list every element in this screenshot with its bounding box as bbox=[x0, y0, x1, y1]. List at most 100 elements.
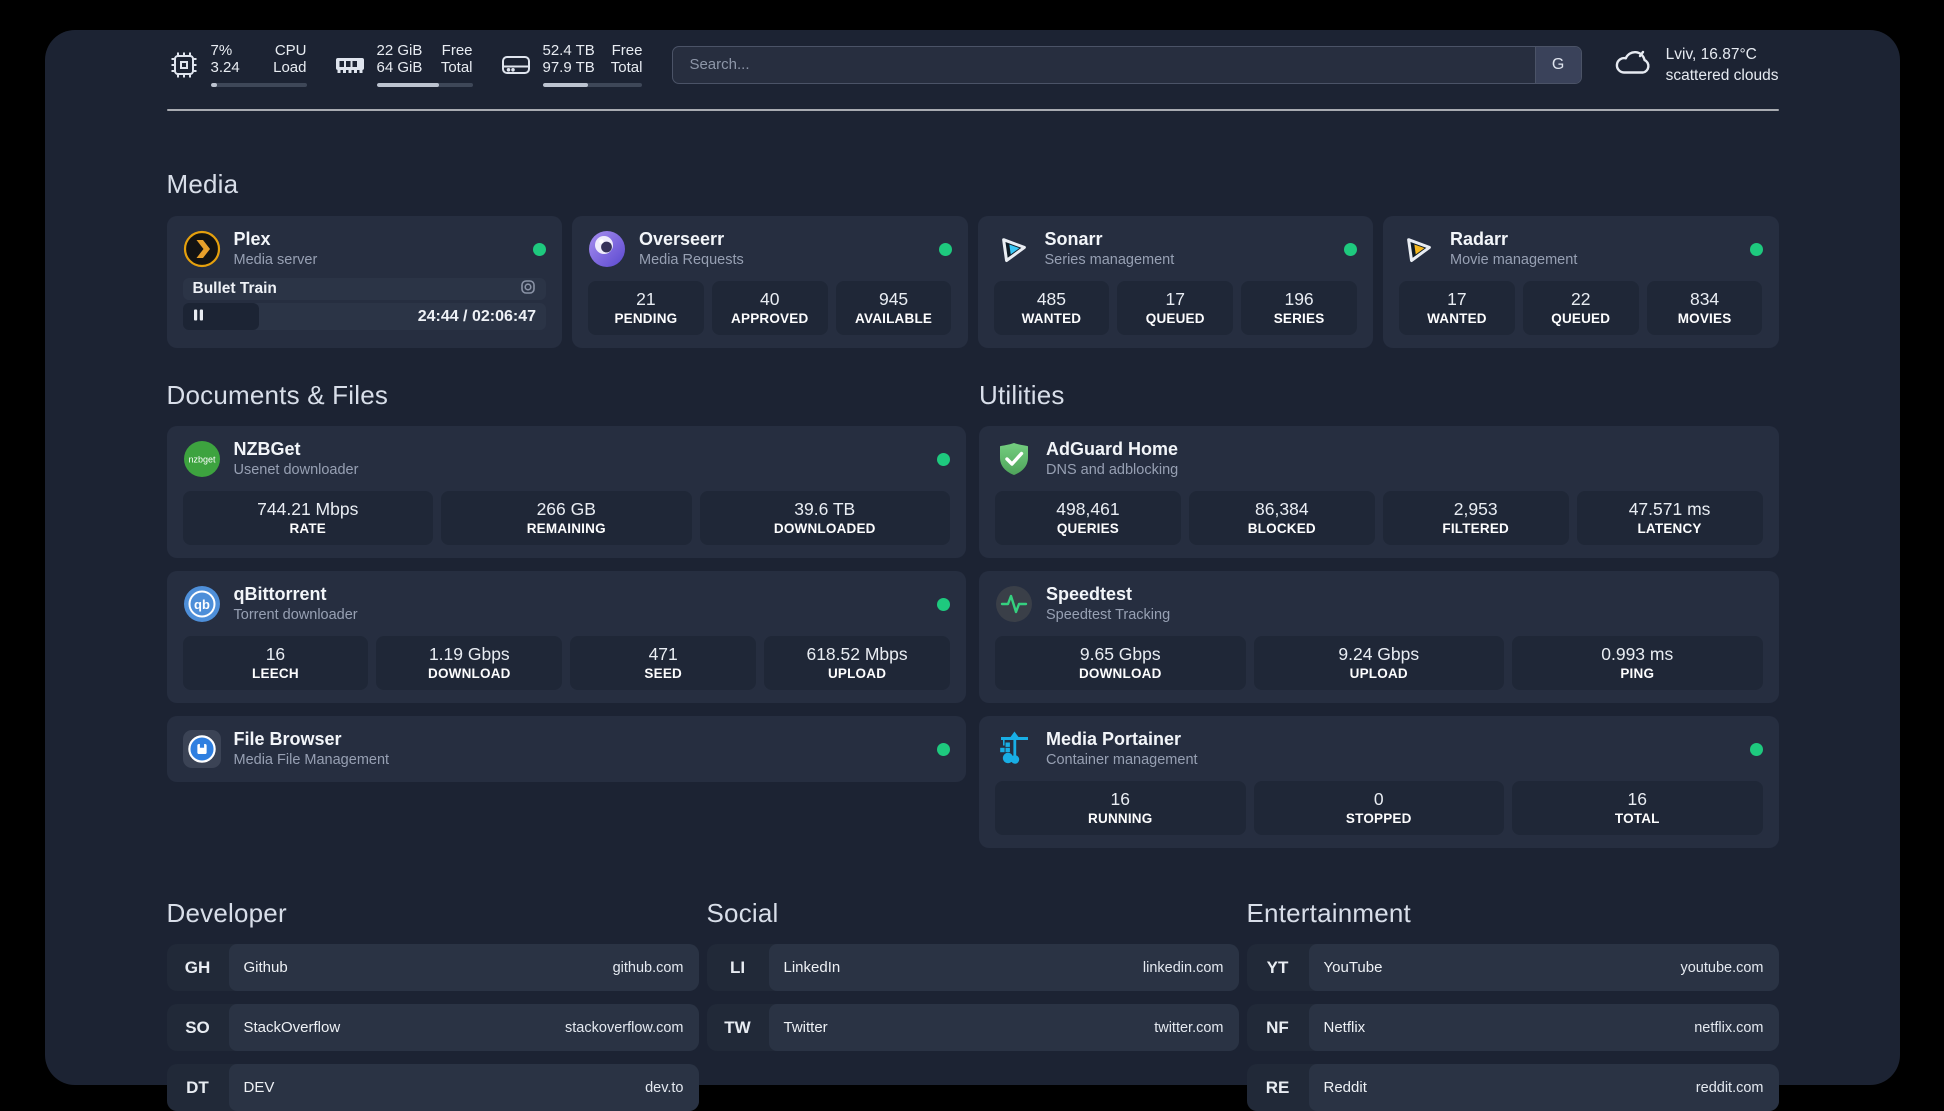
bookmark-url: reddit.com bbox=[1695, 1079, 1764, 1096]
stat-upload: 9.24 Gbps UPLOAD bbox=[1253, 636, 1504, 690]
app-subtitle: Movie management bbox=[1450, 252, 1578, 268]
stat-approved: 40 APPROVED bbox=[711, 281, 828, 335]
bookmark-abbr: LI bbox=[729, 957, 746, 977]
memory-total-value: 64 GiB bbox=[376, 59, 423, 76]
app-name: Media Portainer bbox=[1046, 729, 1182, 749]
status-dot bbox=[938, 242, 952, 256]
stat-available: 945 AVAILABLE bbox=[835, 281, 952, 335]
overseerr-icon bbox=[588, 230, 626, 268]
app-card-sonarr[interactable]: Sonarr Series management 485 WANTED 17 Q… bbox=[977, 216, 1373, 348]
filebrowser-icon bbox=[182, 730, 221, 768]
bookmark-name: Netflix bbox=[1323, 1019, 1366, 1036]
bookmark-stackoverflow[interactable]: SO StackOverflow stackoverflow.com bbox=[166, 1004, 699, 1051]
stat-stopped: 0 STOPPED bbox=[1253, 781, 1504, 835]
stat-download: 1.19 Gbps DOWNLOAD bbox=[376, 636, 563, 690]
app-card-speedtest[interactable]: Speedtest Speedtest Tracking 9.65 Gbps D… bbox=[979, 571, 1779, 703]
weather-location: Lviv, 16.87°C bbox=[1665, 45, 1757, 63]
memory-stat: 22 GiB 64 GiB Free Total bbox=[333, 42, 473, 87]
bookmark-twitter[interactable]: TW Twitter twitter.com bbox=[706, 1004, 1239, 1051]
storage-free-value: 52.4 TB bbox=[542, 42, 595, 59]
app-subtitle: Torrent downloader bbox=[233, 607, 358, 623]
bookmark-url: stackoverflow.com bbox=[565, 1019, 684, 1036]
weather-widget: Lviv, 16.87°C scattered clouds bbox=[1612, 43, 1779, 86]
section-title-media: Media bbox=[166, 169, 239, 199]
storage-free-label: Free bbox=[611, 42, 643, 59]
app-name: File Browser bbox=[233, 729, 342, 749]
media-grid: Plex Media server Bullet Train 24:44 / 0… bbox=[166, 216, 1779, 348]
bookmark-url: twitter.com bbox=[1154, 1019, 1224, 1036]
app-subtitle: Media Requests bbox=[639, 252, 744, 268]
bookmark-name: YouTube bbox=[1323, 959, 1383, 976]
developer-column: Developer GH Github github.com SO StackO… bbox=[166, 898, 699, 1111]
search-input[interactable] bbox=[673, 46, 1535, 83]
bookmark-netflix[interactable]: NF Netflix netflix.com bbox=[1246, 1004, 1779, 1051]
app-card-portainer[interactable]: Media Portainer Container management 16 … bbox=[979, 716, 1779, 848]
portainer-icon bbox=[995, 730, 1033, 768]
bookmark-linkedin[interactable]: LI LinkedIn linkedin.com bbox=[706, 944, 1239, 991]
status-dot bbox=[937, 742, 950, 756]
status-dot bbox=[937, 452, 950, 466]
app-card-overseerr[interactable]: Overseerr Media Requests 21 PENDING 40 A… bbox=[572, 216, 968, 348]
session-icon bbox=[520, 279, 536, 300]
memory-free-label: Free bbox=[441, 42, 473, 59]
bookmark-github[interactable]: GH Github github.com bbox=[166, 944, 699, 991]
memory-icon bbox=[333, 48, 367, 82]
radarr-icon bbox=[1399, 230, 1437, 268]
playback-time: 24:44 / 02:06:47 bbox=[417, 307, 536, 325]
app-name: NZBGet bbox=[233, 439, 301, 459]
search-bar[interactable]: G bbox=[672, 45, 1582, 84]
stat-downloaded: 39.6 TB DOWNLOADED bbox=[699, 491, 950, 545]
nzbget-icon: nzbget bbox=[183, 440, 221, 478]
entertainment-column: Entertainment YT YouTube youtube.com NF … bbox=[1246, 898, 1779, 1111]
stat-movies: 834 MOVIES bbox=[1646, 281, 1763, 335]
cpu-usage-value: 7% bbox=[210, 42, 233, 59]
dashboard-panel: 7% 3.24 CPU Load 22 GiB 64 GiB Free Tota… bbox=[45, 30, 1900, 1111]
app-name: Sonarr bbox=[1044, 229, 1103, 249]
app-subtitle: Series management bbox=[1044, 252, 1175, 268]
stat-ping: 0.993 ms PING bbox=[1512, 636, 1763, 690]
app-name: Overseerr bbox=[639, 229, 725, 249]
storage-total-label: Total bbox=[610, 59, 643, 76]
storage-stat: 52.4 TB 97.9 TB Free Total bbox=[499, 42, 643, 87]
bookmark-youtube[interactable]: YT YouTube youtube.com bbox=[1246, 944, 1779, 991]
app-subtitle: Media server bbox=[233, 252, 318, 268]
app-card-qbittorrent[interactable]: qb qBittorrent Torrent downloader 16 LEE… bbox=[166, 571, 966, 703]
speedtest-icon bbox=[995, 585, 1033, 623]
cpu-stat: 7% 3.24 CPU Load bbox=[167, 42, 307, 87]
app-card-filebrowser[interactable]: File Browser Media File Management bbox=[166, 716, 966, 782]
section-title-entertainment: Entertainment bbox=[1246, 898, 1411, 928]
cpu-load-value: 3.24 bbox=[210, 59, 240, 76]
memory-total-label: Total bbox=[440, 59, 473, 76]
header-divider bbox=[166, 109, 1779, 111]
app-subtitle: Usenet downloader bbox=[233, 462, 359, 478]
bookmark-url: linkedin.com bbox=[1142, 959, 1224, 976]
memory-progress-bar bbox=[376, 83, 473, 87]
section-title-utilities: Utilities bbox=[979, 380, 1065, 410]
qbittorrent-icon: qb bbox=[183, 585, 221, 623]
bookmark-name: DEV bbox=[243, 1079, 275, 1096]
app-card-plex[interactable]: Plex Media server Bullet Train 24:44 / 0… bbox=[166, 216, 562, 348]
app-card-adguard[interactable]: AdGuard Home DNS and adblocking 498,461 … bbox=[979, 426, 1779, 558]
app-card-radarr[interactable]: Radarr Movie management 17 WANTED 22 QUE… bbox=[1383, 216, 1779, 348]
storage-total-value: 97.9 TB bbox=[542, 59, 595, 76]
playback-progress-bar[interactable]: 24:44 / 02:06:47 bbox=[182, 303, 546, 330]
cpu-icon bbox=[167, 48, 201, 82]
sonarr-icon bbox=[994, 230, 1032, 268]
header: 7% 3.24 CPU Load 22 GiB 64 GiB Free Tota… bbox=[167, 30, 1779, 87]
app-subtitle: Container management bbox=[1046, 752, 1198, 768]
now-playing-widget[interactable]: Bullet Train 24:44 / 02:06:47 bbox=[182, 278, 546, 330]
bookmark-url: youtube.com bbox=[1680, 959, 1764, 976]
stat-upload: 618.52 Mbps UPLOAD bbox=[764, 636, 950, 690]
pause-icon bbox=[193, 308, 204, 326]
status-dot bbox=[1344, 242, 1357, 256]
documents-column: Documents & Files nzbget NZBGet Usenet d… bbox=[166, 380, 966, 848]
search-engine-button[interactable]: G bbox=[1534, 46, 1581, 83]
cpu-load-label: Load bbox=[273, 59, 307, 76]
stat-wanted: 17 WANTED bbox=[1399, 281, 1515, 335]
bookmark-name: LinkedIn bbox=[783, 959, 841, 976]
app-card-nzbget[interactable]: nzbget NZBGet Usenet downloader 744.21 M… bbox=[166, 426, 966, 558]
cpu-progress-bar bbox=[210, 83, 307, 87]
app-name: AdGuard Home bbox=[1046, 439, 1179, 459]
stat-running: 16 RUNNING bbox=[995, 781, 1246, 835]
bookmark-url: dev.to bbox=[645, 1079, 684, 1096]
